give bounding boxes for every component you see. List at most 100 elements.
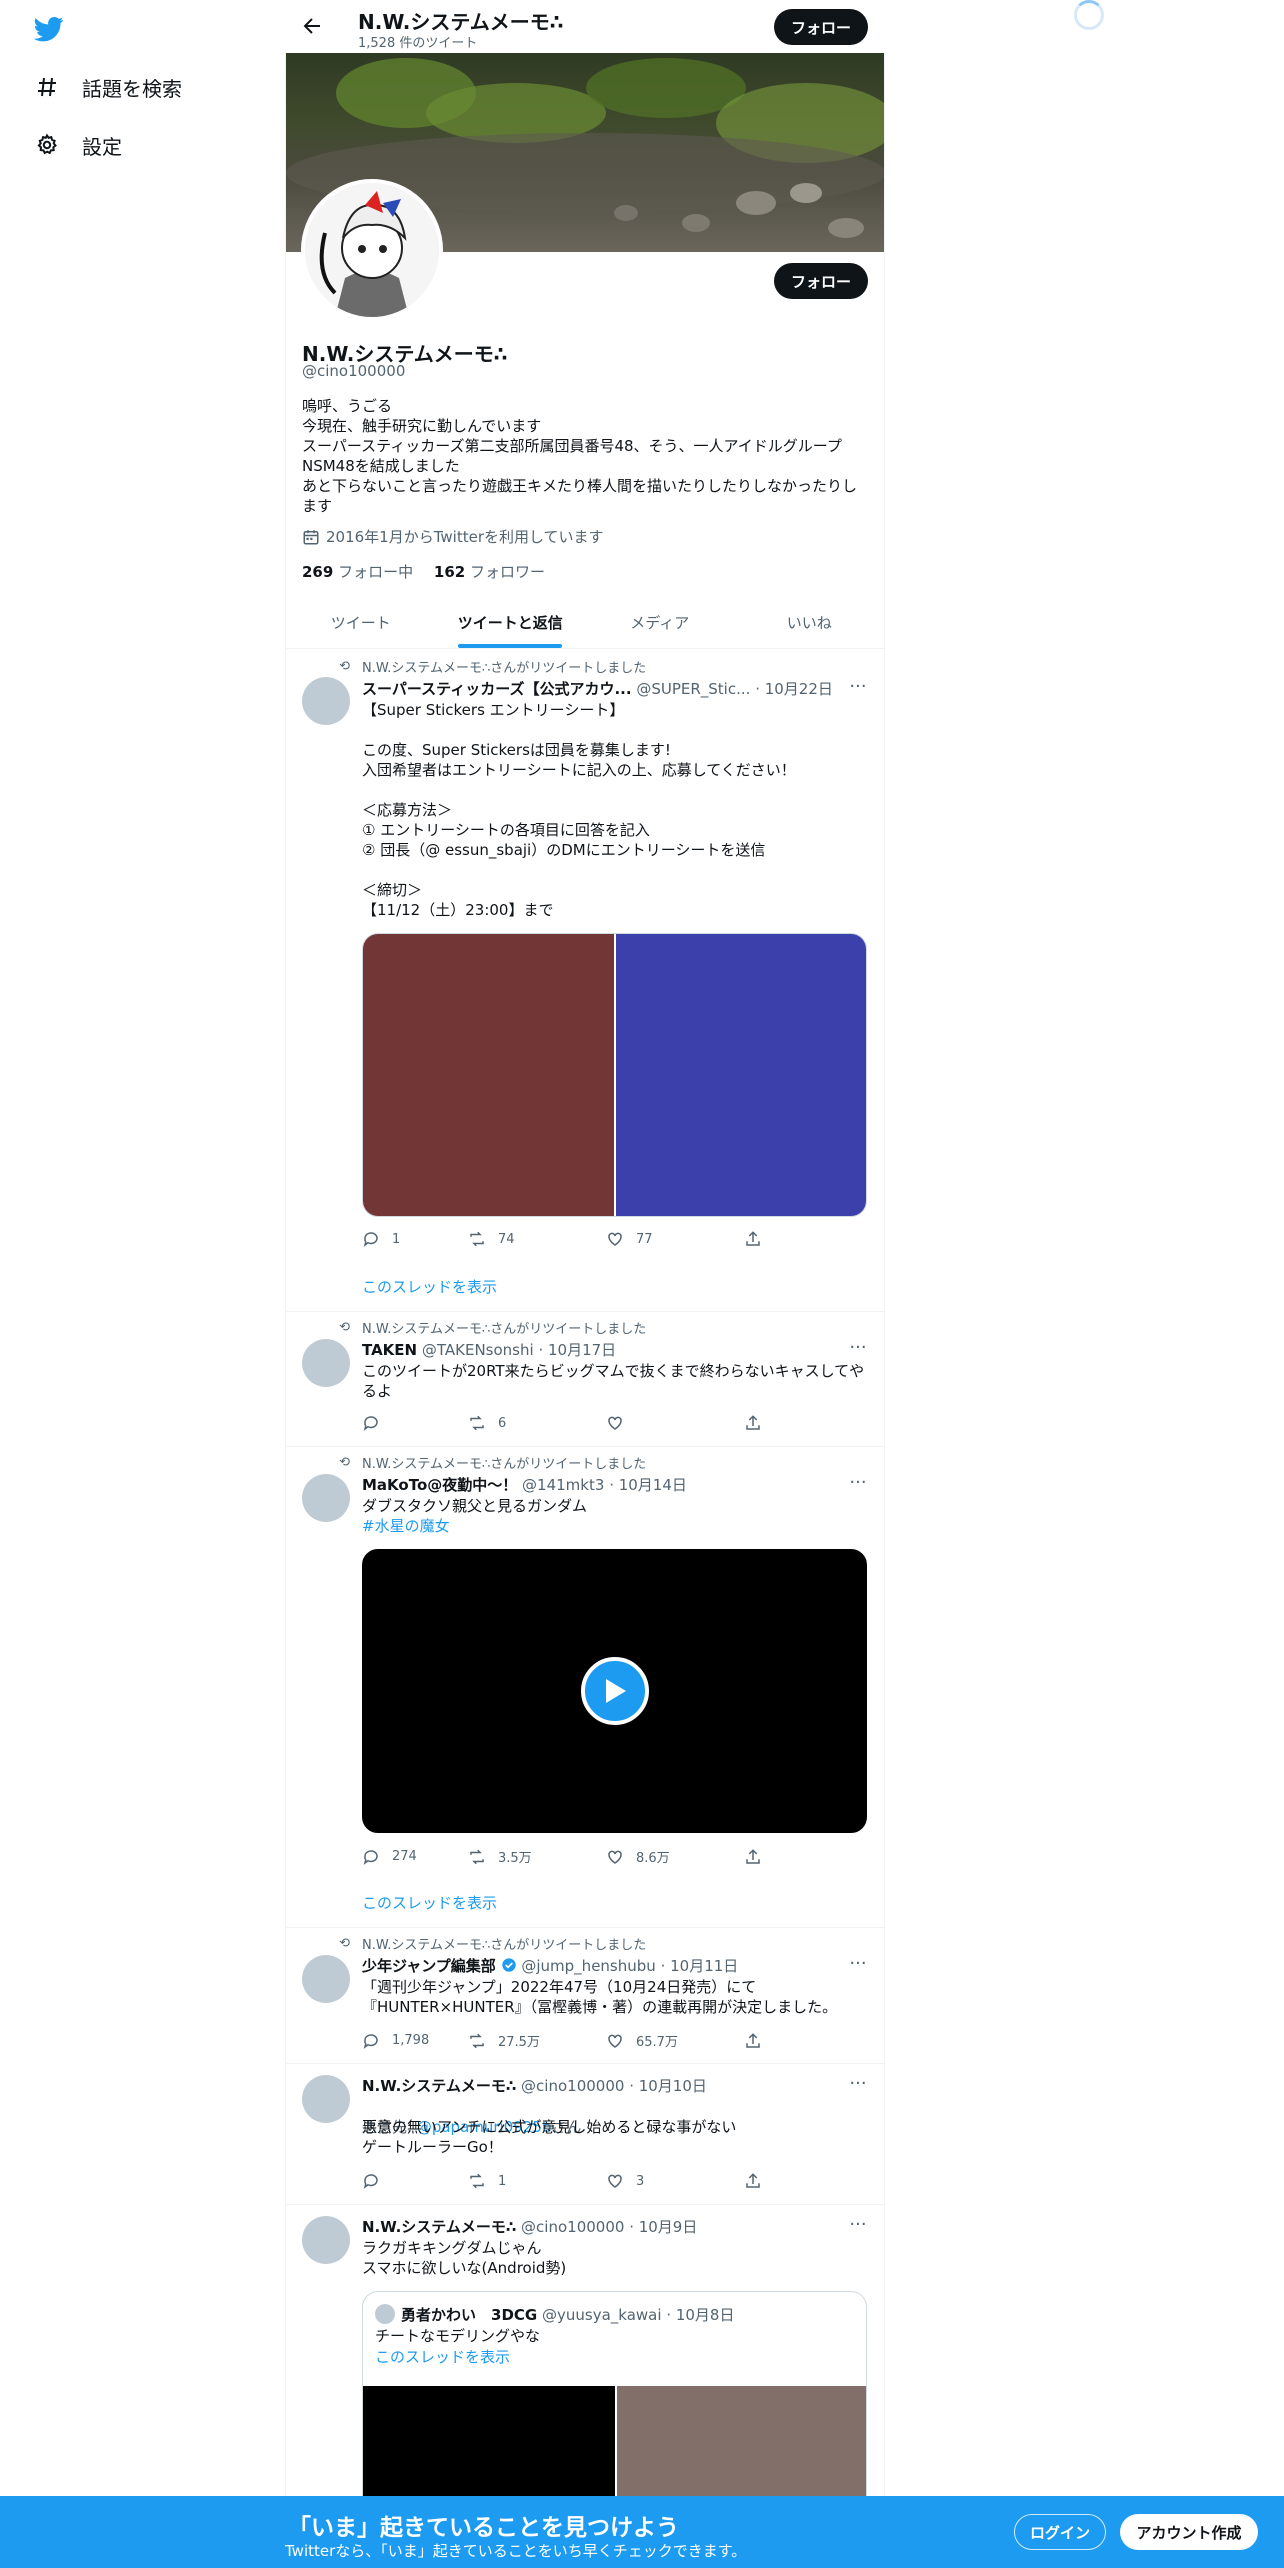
show-thread-link[interactable]: このスレッドを表示	[362, 1276, 497, 1297]
header-follow-button[interactable]: フォロー	[774, 9, 868, 45]
login-button[interactable]: ログイン	[1014, 2514, 1106, 2550]
profile-joined: 2016年1月からTwitterを利用しています	[302, 526, 604, 547]
heart-icon	[608, 2174, 622, 2188]
author-handle[interactable]: @TAKENsonshi	[422, 1341, 534, 1359]
like-button[interactable]: 65.7万	[606, 2031, 744, 2050]
author-name[interactable]: TAKEN	[362, 1341, 417, 1359]
retweet-small-icon: ⟲	[339, 1455, 350, 1470]
more-options-icon[interactable]: ···	[848, 1339, 868, 1361]
more-options-icon[interactable]: ···	[848, 1474, 868, 1496]
author-handle[interactable]: @SUPER_Stic...	[636, 680, 750, 698]
play-icon[interactable]	[580, 1657, 649, 1725]
tweet-actions: 6	[362, 1414, 784, 1432]
bio-line: あと下らないこと言ったり遊戯王キメたり棒人間を描いたりしたりしなかったりします	[302, 477, 858, 515]
retweeted-by-text: N.W.システムメーモ∴さんがリツイートしました	[362, 1457, 647, 1472]
media-image[interactable]	[363, 934, 616, 1216]
retweet-context: ⟲ N.W.システムメーモ∴さんがリツイートしました	[334, 1453, 646, 1472]
nav-explore-label: 話題を検索	[82, 76, 182, 101]
avatar[interactable]	[302, 1474, 350, 1522]
reply-button[interactable]: 1,798	[362, 2031, 468, 2050]
share-icon	[746, 1415, 760, 1430]
back-arrow-icon[interactable]	[300, 14, 324, 38]
reply-button[interactable]	[362, 2172, 468, 2190]
followers-link[interactable]: 162 フォロワー	[434, 563, 545, 581]
tab-tweets[interactable]: ツイート	[286, 596, 436, 648]
more-options-icon[interactable]: ···	[848, 678, 868, 700]
avatar[interactable]	[302, 2216, 350, 2264]
hashtag-link[interactable]: #水星の魔女	[362, 1516, 450, 1536]
share-button[interactable]	[744, 1414, 784, 1432]
profile-avatar[interactable]	[301, 179, 443, 321]
tweet-actions: 274 3.5万 8.6万	[362, 1847, 784, 1866]
retweet-button[interactable]: 27.5万	[468, 2031, 606, 2050]
retweet-button[interactable]: 1	[468, 2172, 606, 2190]
retweet-context: ⟲ N.W.システムメーモ∴さんがリツイートしました	[334, 1318, 646, 1337]
reply-button[interactable]: 1	[362, 1230, 468, 1248]
retweet-icon	[470, 1849, 484, 1864]
author-name[interactable]: MaKoTo@夜勤中〜！	[362, 1476, 517, 1494]
tweet-text: 【Super Stickers エントリーシート】 この度、Super Stic…	[362, 701, 796, 919]
reply-button[interactable]: 274	[362, 1847, 468, 1866]
tweet-divider	[286, 1446, 884, 1447]
retweet-context: ⟲ N.W.システムメーモ∴さんがリツイートしました	[334, 1934, 646, 1953]
profile-tabs: ツイート ツイートと返信 メディア いいね	[286, 596, 884, 649]
reply-button[interactable]	[362, 1414, 468, 1432]
following-link[interactable]: 269 フォロー中	[302, 563, 413, 581]
author-handle[interactable]: @cino100000	[521, 2077, 624, 2095]
tweet-date[interactable]: · 10月10日	[629, 2077, 707, 2095]
author-handle[interactable]: @cino100000	[521, 2218, 624, 2236]
signup-button[interactable]: アカウント作成	[1120, 2514, 1258, 2550]
tweet-date[interactable]: · 10月17日	[538, 1341, 616, 1359]
following-count: 269	[302, 563, 334, 581]
tab-tweets-and-replies[interactable]: ツイートと返信	[436, 596, 586, 648]
followers-count: 162	[433, 563, 466, 581]
tab-media[interactable]: メディア	[585, 596, 735, 648]
quote-show-thread-link[interactable]: このスレッドを表示	[375, 2346, 510, 2367]
nav-explore[interactable]: 話題を検索	[34, 67, 182, 107]
avatar[interactable]	[302, 2075, 350, 2123]
author-handle[interactable]: @jump_henshubu	[521, 1957, 655, 1975]
reply-icon	[363, 1416, 378, 1431]
share-button[interactable]	[744, 2031, 784, 2050]
like-button[interactable]: 3	[606, 2172, 744, 2190]
tweet-divider	[286, 2204, 884, 2205]
like-button[interactable]: 77	[606, 1230, 744, 1248]
like-button[interactable]	[606, 1414, 744, 1432]
nav-settings[interactable]: 設定	[34, 125, 122, 165]
retweet-button[interactable]: 74	[468, 1230, 606, 1248]
quoted-tweet[interactable]: 勇者かわい 3DCG @yuusya_kawai · 10月8日 チートなモデリ…	[362, 2291, 867, 2521]
gear-icon	[34, 132, 60, 158]
media-image[interactable]	[615, 934, 866, 1216]
heart-icon	[608, 2034, 622, 2048]
retweet-count: 74	[498, 1231, 515, 1247]
tab-likes[interactable]: いいね	[735, 596, 885, 648]
share-button[interactable]	[744, 1230, 784, 1248]
more-options-icon[interactable]: ···	[848, 1955, 868, 1977]
author-name[interactable]: N.W.システムメーモ∴	[362, 2218, 516, 2236]
author-name[interactable]: 少年ジャンプ編集部	[362, 1957, 496, 1975]
author-name[interactable]: N.W.システムメーモ∴	[362, 2077, 516, 2095]
bio-line: 今現在、触手研究に勤しんでいます	[302, 417, 542, 435]
twitter-logo-icon[interactable]	[33, 14, 64, 44]
tweet-media[interactable]	[362, 933, 867, 1217]
author-name[interactable]: スーパースティッカーズ【公式アカウ...	[362, 680, 632, 698]
share-button[interactable]	[744, 1847, 784, 1866]
tweet-date[interactable]: · 10月22日	[755, 680, 833, 698]
retweet-button[interactable]: 6	[468, 1414, 606, 1432]
avatar[interactable]	[302, 1339, 350, 1387]
show-thread-link[interactable]: このスレッドを表示	[362, 1892, 497, 1913]
more-options-icon[interactable]: ···	[848, 2075, 868, 2097]
tweet-date[interactable]: · 10月9日	[629, 2218, 697, 2236]
author-handle[interactable]: @141mkt3	[522, 1476, 604, 1494]
tweet-date[interactable]: · 10月11日	[661, 1957, 739, 1975]
profile-follow-button[interactable]: フォロー	[774, 263, 868, 299]
retweet-button[interactable]: 3.5万	[468, 1847, 606, 1866]
tweet-video[interactable]	[362, 1549, 867, 1833]
tweet-date[interactable]: · 10月14日	[609, 1476, 687, 1494]
like-button[interactable]: 8.6万	[606, 1847, 744, 1866]
tweet-actions: 1 3	[362, 2172, 784, 2190]
share-button[interactable]	[744, 2172, 784, 2190]
avatar[interactable]	[302, 1955, 350, 2003]
more-options-icon[interactable]: ···	[848, 2216, 868, 2238]
avatar[interactable]	[302, 677, 350, 725]
